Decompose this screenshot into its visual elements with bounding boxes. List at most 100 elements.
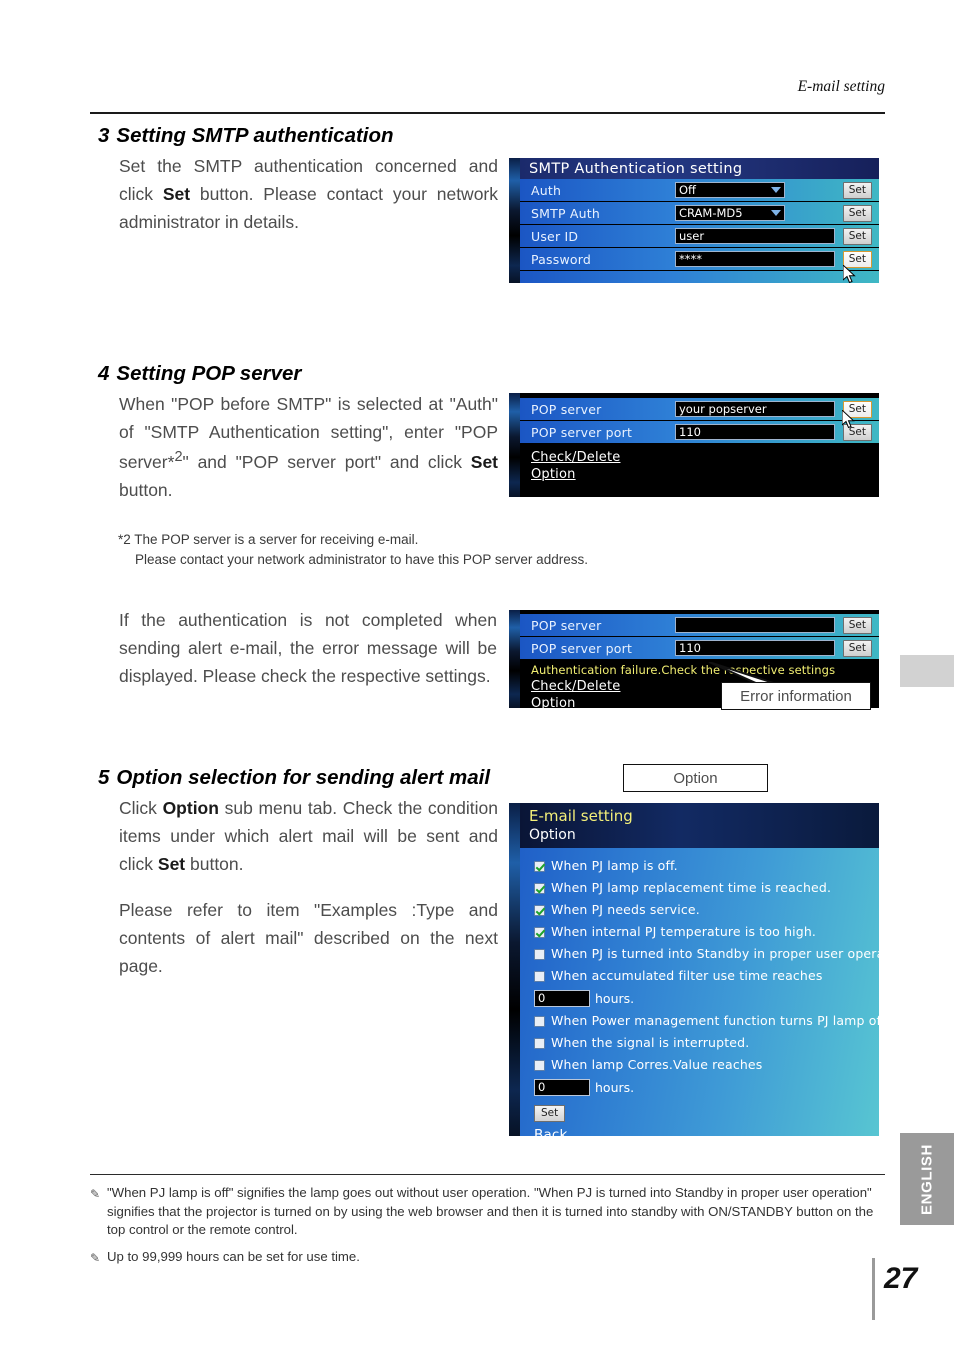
pop-server-link-option[interactable]: Option	[531, 466, 576, 483]
page-number: 27	[884, 1262, 918, 1295]
pop-error-label-port: POP server port	[531, 640, 633, 656]
smtp-auth-row-password: Password **** Set	[520, 248, 879, 271]
step-3-body: Set the SMTP authentication concerned an…	[98, 152, 498, 236]
option-back-link[interactable]: Back	[534, 1127, 568, 1136]
checkbox-power-management[interactable]	[534, 1015, 545, 1027]
running-head: E-mail setting	[797, 78, 885, 95]
smtp-auth-label-password: Password	[531, 251, 591, 267]
footnote-2-line-2: Please contact your network administrato…	[135, 551, 588, 567]
step-4-title: Setting POP server	[116, 362, 302, 385]
step-4-heading: 4 Setting POP server	[98, 362, 498, 386]
step-5-body: Click Option sub menu tab. Check the con…	[98, 794, 498, 980]
checkbox-lamp-replacement[interactable]	[534, 882, 545, 894]
pop-error-row-host: POP server Set	[520, 614, 879, 637]
option-back-link-wrap: Back	[520, 1124, 879, 1136]
option-label-5: When PJ is turned into Standby in proper…	[551, 946, 879, 961]
screenshot-left-bleed	[509, 393, 520, 497]
note-1-text: "When PJ lamp is off" signifies the lamp…	[107, 1185, 874, 1238]
checkbox-signal-interrupted[interactable]	[534, 1037, 545, 1049]
option-label-9: When lamp Corres.Value reaches	[551, 1057, 763, 1072]
smtp-auth-input-password[interactable]: ****	[675, 251, 835, 267]
step-3-heading: 3 Setting SMTP authentication	[98, 124, 498, 148]
option-label-7: When Power management function turns PJ …	[551, 1013, 879, 1028]
option-checkbox-row-8[interactable]: When the signal is interrupted.	[520, 1032, 879, 1054]
lamp-corres-hours-suffix: hours.	[595, 1080, 635, 1095]
note-2-text: Up to 99,999 hours can be set for use ti…	[107, 1249, 360, 1265]
screenshot-left-bleed	[509, 803, 520, 1136]
chevron-down-icon	[771, 210, 781, 216]
smtp-auth-set-button-userid[interactable]: Set	[842, 227, 872, 245]
email-option-panel: E-mail setting Option When PJ lamp is of…	[520, 803, 879, 1136]
smtp-auth-row-partial	[520, 271, 879, 283]
error-information-callout: Error information	[721, 682, 871, 710]
pop-error-set-button-host[interactable]: Set	[842, 616, 872, 634]
step-4-body: When "POP before SMTP" is selected at "A…	[98, 390, 498, 504]
page-side-marker	[900, 655, 954, 687]
pop-error-link-option[interactable]: Option	[531, 695, 576, 708]
pop-error-set-button-port[interactable]: Set	[842, 639, 872, 657]
option-callout: Option	[623, 764, 768, 792]
step-5-title: Option selection for sending alert mail	[116, 766, 491, 789]
step-3-title: Setting SMTP authentication	[116, 124, 394, 147]
pop-server-set-button-host[interactable]: Set	[842, 400, 872, 418]
option-checkbox-row-7[interactable]: When Power management function turns PJ …	[520, 1010, 879, 1032]
smtp-auth-label-smtpauth: SMTP Auth	[531, 205, 600, 221]
option-checkbox-row-1[interactable]: When PJ lamp is off.	[520, 855, 879, 877]
lamp-corres-hours-input[interactable]: 0	[534, 1079, 590, 1096]
step-5-heading: 5 Option selection for sending alert mail	[98, 766, 498, 790]
email-option-body: When PJ lamp is off. When PJ lamp replac…	[520, 848, 879, 1136]
pop-server-set-button-port[interactable]: Set	[842, 423, 872, 441]
option-checkbox-row-6[interactable]: When accumulated filter use time reaches	[520, 965, 879, 987]
checkbox-lamp-corres-value[interactable]	[534, 1059, 545, 1071]
smtp-auth-set-button-auth[interactable]: Set	[842, 181, 872, 199]
checkbox-lamp-off[interactable]	[534, 860, 545, 872]
option-checkbox-row-5[interactable]: When PJ is turned into Standby in proper…	[520, 943, 879, 965]
step-5-paragraph-2: Please refer to item "Examples :Type and…	[119, 900, 498, 976]
smtp-auth-set-button-smtpauth[interactable]: Set	[842, 204, 872, 222]
smtp-auth-label-userid: User ID	[531, 228, 579, 244]
pop-error-row-port: POP server port 110 Set	[520, 637, 879, 660]
page-number-rule	[872, 1258, 875, 1320]
option-checkbox-row-3[interactable]: When PJ needs service.	[520, 899, 879, 921]
error-explanation-paragraph: If the authentication is not completed w…	[119, 610, 497, 686]
pop-server-panel: POP server your popserver Set POP server…	[520, 393, 879, 497]
pop-server-label-port: POP server port	[531, 424, 633, 440]
screenshot-smtp-auth: SMTP Authentication setting Auth Off Set…	[509, 158, 879, 283]
smtp-auth-select-smtpauth[interactable]: CRAM-MD5	[675, 205, 785, 221]
option-checkbox-row-9[interactable]: When lamp Corres.Value reaches	[520, 1054, 879, 1076]
pop-server-input-host[interactable]: your popserver	[675, 401, 835, 417]
step-3: 3 Setting SMTP authentication Set the SMT…	[98, 124, 498, 236]
checkbox-filter-use-time[interactable]	[534, 970, 545, 982]
pop-server-link-check-delete[interactable]: Check/Delete	[531, 449, 620, 466]
smtp-auth-select-auth[interactable]: Off	[675, 182, 785, 198]
step-4: 4 Setting POP server When "POP before SMT…	[98, 362, 498, 504]
smtp-auth-value-smtpauth: CRAM-MD5	[679, 205, 743, 220]
pop-error-link-check-delete[interactable]: Check/Delete	[531, 678, 620, 695]
filter-hours-input[interactable]: 0	[534, 990, 590, 1007]
option-label-1: When PJ lamp is off.	[551, 858, 678, 873]
screenshot-pop-server: POP server your popserver Set POP server…	[509, 393, 879, 497]
smtp-auth-panel: SMTP Authentication setting Auth Off Set…	[520, 158, 879, 283]
checkbox-temperature-high[interactable]	[534, 926, 545, 938]
error-explanation-body: If the authentication is not completed w…	[119, 606, 497, 690]
option-hours-row-2: 0 hours.	[520, 1079, 879, 1096]
screenshot-left-bleed	[509, 610, 520, 708]
pop-error-input-host[interactable]	[675, 617, 835, 633]
screenshot-left-bleed	[509, 158, 520, 283]
smtp-auth-row-userid: User ID user Set	[520, 225, 879, 248]
option-label-6: When accumulated filter use time reaches	[551, 968, 823, 983]
option-set-button[interactable]: Set	[534, 1105, 566, 1122]
language-side-tab: ENGLISH	[900, 1133, 954, 1225]
option-checkbox-row-4[interactable]: When internal PJ temperature is too high…	[520, 921, 879, 943]
pop-server-row-host: POP server your popserver Set	[520, 398, 879, 421]
checkbox-needs-service[interactable]	[534, 904, 545, 916]
note-1: ✎ "When PJ lamp is off" signifies the la…	[90, 1184, 885, 1240]
smtp-auth-set-button-password[interactable]: Set	[842, 250, 872, 268]
checkbox-standby[interactable]	[534, 948, 545, 960]
option-label-3: When PJ needs service.	[551, 902, 700, 917]
option-checkbox-row-2[interactable]: When PJ lamp replacement time is reached…	[520, 877, 879, 899]
pop-server-input-port[interactable]: 110	[675, 424, 835, 440]
email-option-subtitle: Option	[529, 827, 576, 843]
smtp-auth-input-userid[interactable]: user	[675, 228, 835, 244]
pop-error-input-port[interactable]: 110	[675, 640, 835, 656]
